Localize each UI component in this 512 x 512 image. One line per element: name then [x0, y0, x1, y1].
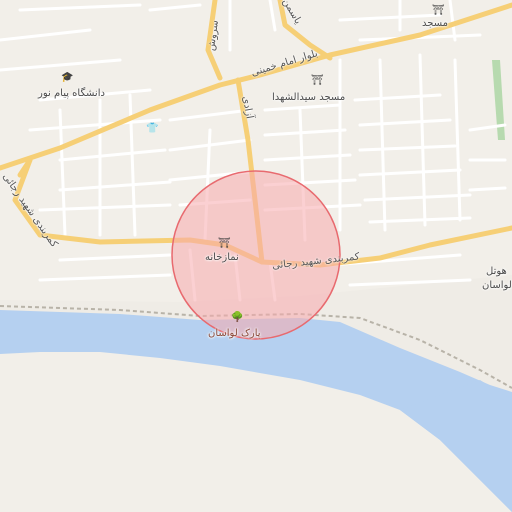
mosque-icon[interactable]: ⛩: [311, 76, 324, 86]
label-university: دانشگاه پیام نور: [38, 88, 105, 99]
label-mosque-top: مسجد: [422, 18, 448, 29]
prayer-room-icon[interactable]: ⛩: [218, 239, 231, 249]
label-namazkhaneh: نمازخانه: [205, 252, 239, 263]
mosque-icon[interactable]: ⛩: [432, 6, 445, 16]
label-mosque-seyed: مسجد سیدالشهدا: [272, 92, 346, 103]
tree-icon[interactable]: 🌳: [231, 313, 243, 323]
label-park: پارک لواسان: [208, 328, 261, 339]
shirt-icon[interactable]: 👕: [146, 124, 158, 134]
label-hotel-line2: لواسان: [482, 280, 512, 291]
label-hotel-line1: هوتل: [486, 266, 507, 277]
graduation-cap-icon[interactable]: 🎓: [61, 73, 73, 83]
map-view[interactable]: ⛩ ⛩ 🎓 👕 ⛩ 🌳 مسجد مسجد سیدالشهدا دانشگاه …: [0, 0, 512, 512]
